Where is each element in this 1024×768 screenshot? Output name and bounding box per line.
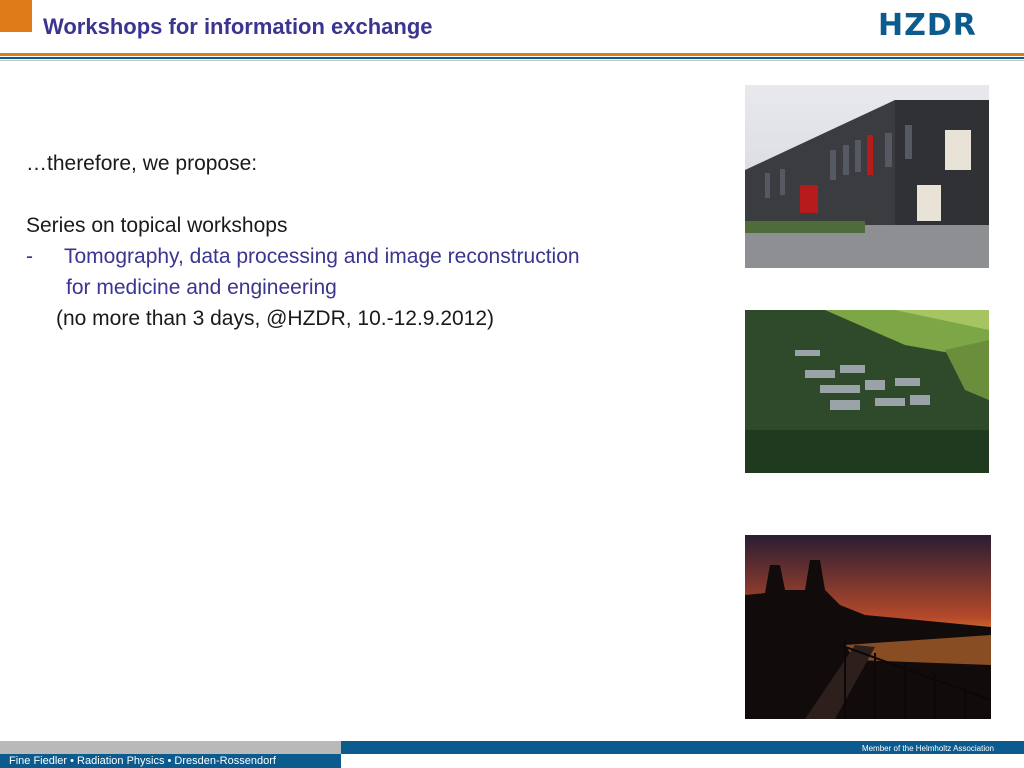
header-rule-gray xyxy=(0,60,1024,61)
topic-line-2: for medicine and engineering xyxy=(66,276,337,299)
helmholtz-membership: Member of the Helmholtz Association xyxy=(861,744,994,753)
footer-gray-bar xyxy=(0,741,341,754)
building-photo xyxy=(745,85,989,268)
accent-square xyxy=(0,0,32,32)
header-rule-blue xyxy=(0,57,1024,59)
aerial-campus-photo xyxy=(745,310,989,473)
slide-body: …therefore, we propose: Series on topica… xyxy=(26,148,726,334)
hzdr-logo: HZDR xyxy=(878,8,977,43)
slide-title: Workshops for information exchange xyxy=(43,14,433,39)
sunset-skyline-photo xyxy=(745,535,991,719)
series-heading: Series on topical workshops xyxy=(26,214,288,237)
workshop-details: (no more than 3 days, @HZDR, 10.-12.9.20… xyxy=(56,307,495,330)
footer-author: Fine Fiedler • Radiation Physics • Dresd… xyxy=(9,755,276,767)
header-rule-orange xyxy=(0,53,1024,56)
intro-text: …therefore, we propose: xyxy=(26,152,258,175)
topic-bullet: - Tomography, data processing and image r… xyxy=(26,241,726,272)
bullet-marker: - xyxy=(26,245,33,268)
topic-line-1: Tomography, data processing and image re… xyxy=(64,245,580,268)
